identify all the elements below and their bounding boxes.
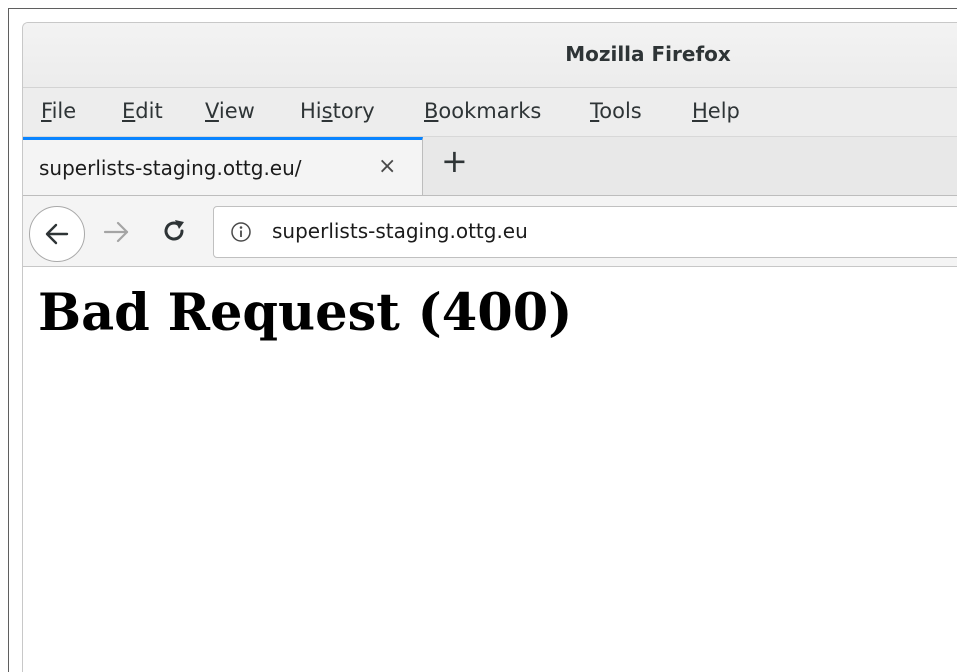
menu-edit[interactable]: Edit (122, 99, 163, 123)
url-bar[interactable]: superlists-staging.ottg.eu (213, 206, 957, 258)
title-bar[interactable]: Mozilla Firefox (23, 23, 957, 88)
menu-tools[interactable]: Tools (590, 99, 642, 123)
window-title: Mozilla Firefox (565, 42, 731, 66)
menu-file[interactable]: File (41, 99, 76, 123)
menu-bar: File Edit View History Bookmarks Tools H… (23, 88, 957, 137)
screen: Mozilla Firefox File Edit View History B… (0, 0, 957, 672)
back-button[interactable] (29, 206, 85, 262)
url-text[interactable]: superlists-staging.ottg.eu (272, 219, 528, 243)
tab-title: superlists-staging.ottg.eu/ (39, 156, 302, 180)
menu-history[interactable]: History (300, 99, 375, 123)
browser-window: Mozilla Firefox File Edit View History B… (22, 22, 957, 672)
arrow-right-icon (103, 221, 129, 243)
page-content: Bad Request (400) (23, 267, 957, 672)
close-tab-icon[interactable]: × (378, 154, 396, 179)
forward-button[interactable] (103, 220, 131, 248)
reload-icon (164, 220, 184, 241)
menu-bookmarks[interactable]: Bookmarks (424, 99, 541, 123)
page-heading: Bad Request (400) (38, 283, 573, 343)
navigation-toolbar: superlists-staging.ottg.eu (23, 196, 957, 267)
menu-help[interactable]: Help (692, 99, 740, 123)
menu-view[interactable]: View (205, 99, 255, 123)
arrow-left-icon (45, 223, 69, 245)
tab-active[interactable]: superlists-staging.ottg.eu/ × (23, 137, 423, 195)
new-tab-button[interactable]: + (441, 145, 468, 177)
reload-button[interactable] (161, 218, 187, 248)
info-icon[interactable] (230, 221, 252, 243)
tab-strip: superlists-staging.ottg.eu/ × + (23, 137, 957, 196)
